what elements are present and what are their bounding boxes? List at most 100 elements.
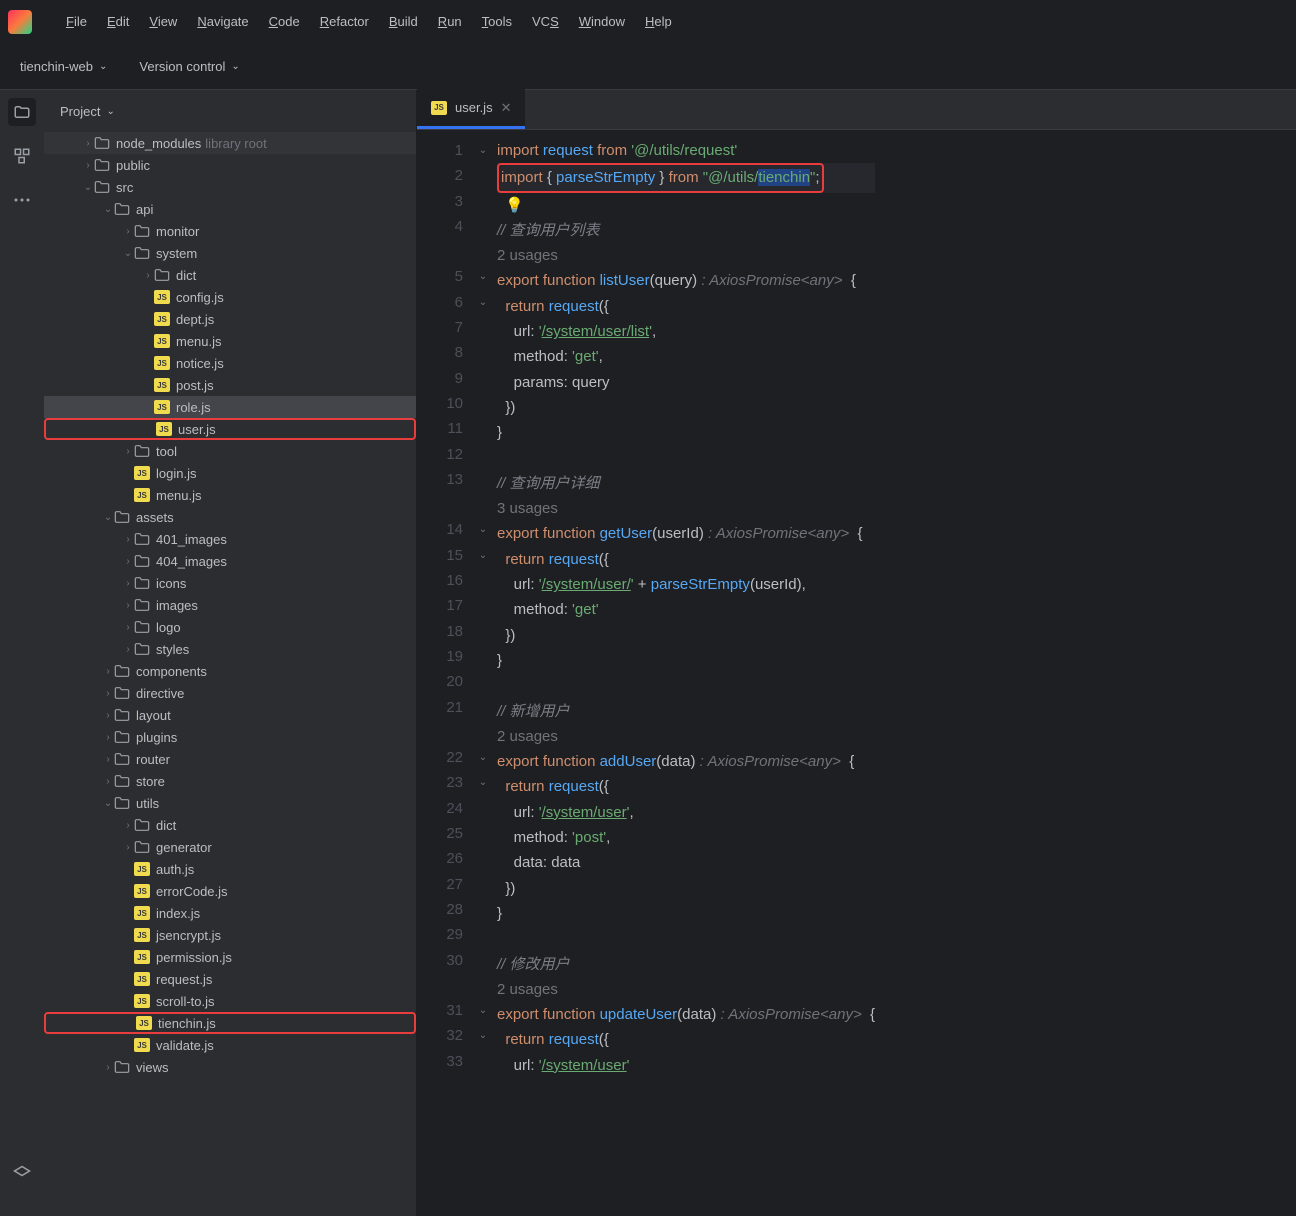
tree-auth-js[interactable]: JSauth.js [44,858,416,880]
js-icon: JS [431,101,447,115]
sidebar-header[interactable]: Project ⌄ [44,90,416,132]
project-sidebar: Project ⌄ ›node_moduleslibrary root›publ… [44,90,417,1216]
tree-notice-js[interactable]: JSnotice.js [44,352,416,374]
folder-icon [114,774,130,788]
menu-help[interactable]: Help [635,10,682,33]
tree-config-js[interactable]: JSconfig.js [44,286,416,308]
tree-node_modules[interactable]: ›node_moduleslibrary root [44,132,416,154]
menu-vcs[interactable]: VCS [522,10,569,33]
tree-request-js[interactable]: JSrequest.js [44,968,416,990]
folder-icon [94,158,110,172]
tree-user-js[interactable]: JSuser.js [44,418,416,440]
tree-401_images[interactable]: ›401_images [44,528,416,550]
tree-post-js[interactable]: JS post.js [44,374,416,396]
sidebar-title: Project [60,104,100,119]
tree-monitor[interactable]: ›monitor [44,220,416,242]
menu-items: FileEditViewNavigateCodeRefactorBuildRun… [56,10,682,33]
tree-layout[interactable]: ›layout [44,704,416,726]
menu-edit[interactable]: Edit [97,10,139,33]
version-control-dropdown[interactable]: Version control ⌄ [139,59,239,74]
menu-run[interactable]: Run [428,10,472,33]
tree-components[interactable]: ›components [44,660,416,682]
tree-jsencrypt-js[interactable]: JSjsencrypt.js [44,924,416,946]
tree-api[interactable]: ⌄api [44,198,416,220]
tab-user-js[interactable]: JS user.js ✕ [417,89,525,129]
tree-views[interactable]: ›views [44,1056,416,1078]
menubar: FileEditViewNavigateCodeRefactorBuildRun… [0,0,1296,44]
project-name: tienchin-web [20,59,93,74]
menu-refactor[interactable]: Refactor [310,10,379,33]
tree-label: post.js [176,378,214,393]
project-tool-icon[interactable] [8,98,36,126]
tree-login-js[interactable]: JSlogin.js [44,462,416,484]
more-tool-icon[interactable] [8,186,36,214]
tree-dict[interactable]: ›dict [44,814,416,836]
services-tool-icon[interactable] [8,1160,36,1188]
project-tree[interactable]: ›node_moduleslibrary root›public⌄src⌄api… [44,132,416,1216]
app-icon [8,10,32,34]
tree-menu-js[interactable]: JSmenu.js [44,330,416,352]
tree-icons[interactable]: ›icons [44,572,416,594]
tree-validate-js[interactable]: JSvalidate.js [44,1034,416,1056]
tree-dict[interactable]: ›dict [44,264,416,286]
tree-logo[interactable]: ›logo [44,616,416,638]
editor: JS user.js ✕ 1234 5678910111213 14151617… [417,90,1296,1216]
tree-label: utils [136,796,159,811]
tree-permission-js[interactable]: JSpermission.js [44,946,416,968]
tree-label: router [136,752,170,767]
tree-label: views [136,1060,169,1075]
fold-column[interactable]: ⌄ ⌄⌄ ⌄⌄ ⌄⌄ ⌄⌄ [473,130,493,1216]
menu-build[interactable]: Build [379,10,428,33]
tree-public[interactable]: ›public [44,154,416,176]
js-icon: JS [154,334,170,348]
project-dropdown[interactable]: tienchin-web ⌄ [20,59,107,74]
source-code[interactable]: import request from '@/utils/request'imp… [493,130,883,1216]
menu-view[interactable]: View [139,10,187,33]
folder-icon [114,510,130,524]
tree-src[interactable]: ⌄src [44,176,416,198]
editor-tabs: JS user.js ✕ [417,90,1296,130]
tree-store[interactable]: ›store [44,770,416,792]
tree-tienchin-js[interactable]: JStienchin.js [44,1012,416,1034]
menu-window[interactable]: Window [569,10,635,33]
structure-tool-icon[interactable] [8,142,36,170]
tree-images[interactable]: ›images [44,594,416,616]
tree-plugins[interactable]: ›plugins [44,726,416,748]
tree-menu-js[interactable]: JSmenu.js [44,484,416,506]
menu-tools[interactable]: Tools [472,10,522,33]
tree-label: tool [156,444,177,459]
tree-index-js[interactable]: JSindex.js [44,902,416,924]
tree-system[interactable]: ⌄system [44,242,416,264]
tree-label: index.js [156,906,200,921]
tree-errorCode-js[interactable]: JSerrorCode.js [44,880,416,902]
tree-directive[interactable]: ›directive [44,682,416,704]
menu-navigate[interactable]: Navigate [187,10,258,33]
tree-scroll-to-js[interactable]: JSscroll-to.js [44,990,416,1012]
tree-role-js[interactable]: JSrole.js [44,396,416,418]
tree-utils[interactable]: ⌄utils [44,792,416,814]
tree-assets[interactable]: ⌄assets [44,506,416,528]
tree-404_images[interactable]: ›404_images [44,550,416,572]
folder-icon [114,708,130,722]
tree-label: logo [156,620,181,635]
js-icon: JS [154,378,170,392]
tree-label: request.js [156,972,212,987]
tree-router[interactable]: ›router [44,748,416,770]
js-icon: JS [134,1038,150,1052]
tree-label: user.js [178,422,216,437]
close-icon[interactable]: ✕ [501,100,512,116]
tree-label: assets [136,510,174,525]
tree-generator[interactable]: ›generator [44,836,416,858]
tree-label: api [136,202,153,217]
menu-file[interactable]: File [56,10,97,33]
tree-styles[interactable]: ›styles [44,638,416,660]
menu-code[interactable]: Code [259,10,310,33]
folder-icon [94,180,110,194]
tree-label: 401_images [156,532,227,547]
tree-tool[interactable]: ›tool [44,440,416,462]
code-area[interactable]: 1234 5678910111213 1415161718192021 2223… [417,130,1296,1216]
tree-dept-js[interactable]: JSdept.js [44,308,416,330]
folder-icon [134,554,150,568]
folder-icon [134,818,150,832]
folder-icon [114,730,130,744]
